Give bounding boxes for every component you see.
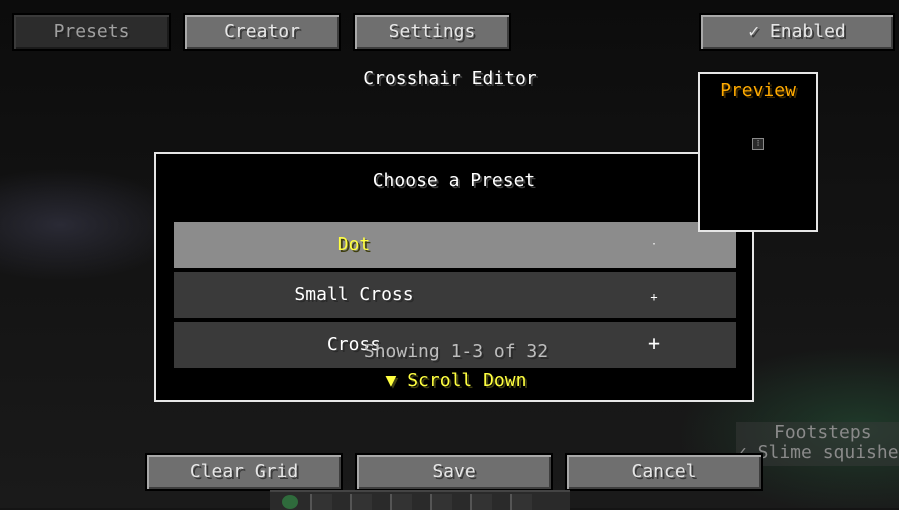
dialog-title: Choose a Preset (372, 170, 536, 191)
enabled-toggle-label: ✓ Enabled (748, 21, 846, 42)
small-cross-crosshair-icon: + (650, 290, 658, 304)
enabled-toggle-button[interactable]: ✓ Enabled (699, 13, 895, 51)
tab-presets[interactable]: Presets (12, 13, 171, 51)
preset-name: Small Cross (294, 284, 414, 305)
scroll-down-link[interactable]: ▼ Scroll Down (156, 370, 756, 391)
page-title: Crosshair Editor (363, 68, 537, 89)
save-label: Save (432, 461, 476, 482)
preset-chooser-dialog: Choose a Preset Dot · Small Cross + Cros… (154, 152, 754, 402)
clear-grid-button[interactable]: Clear Grid (145, 453, 343, 491)
hotbar (270, 490, 570, 510)
tab-presets-label: Presets (53, 21, 130, 42)
preset-name: Dot (337, 234, 371, 255)
dot-crosshair-icon: · (650, 239, 658, 250)
preview-title: Preview (720, 80, 796, 101)
slime-ball-icon (282, 495, 298, 509)
tab-settings-label: Settings (388, 21, 476, 42)
cancel-label: Cancel (631, 461, 697, 482)
subtitle-line: Footsteps (774, 422, 872, 443)
preset-row-dot[interactable]: Dot · (174, 222, 736, 268)
cancel-button[interactable]: Cancel (565, 453, 763, 491)
preview-panel: Preview ⁝ (698, 72, 818, 232)
pagination-status: Showing 1-3 of 32 (363, 341, 549, 362)
tab-creator-label: Creator (224, 21, 300, 42)
save-button[interactable]: Save (355, 453, 553, 491)
tab-settings[interactable]: Settings (353, 13, 511, 51)
preset-row-small-cross[interactable]: Small Cross + (174, 272, 736, 318)
clear-grid-label: Clear Grid (189, 461, 299, 482)
crosshair-preview-icon: ⁝ (752, 138, 764, 150)
tab-creator[interactable]: Creator (183, 13, 341, 51)
